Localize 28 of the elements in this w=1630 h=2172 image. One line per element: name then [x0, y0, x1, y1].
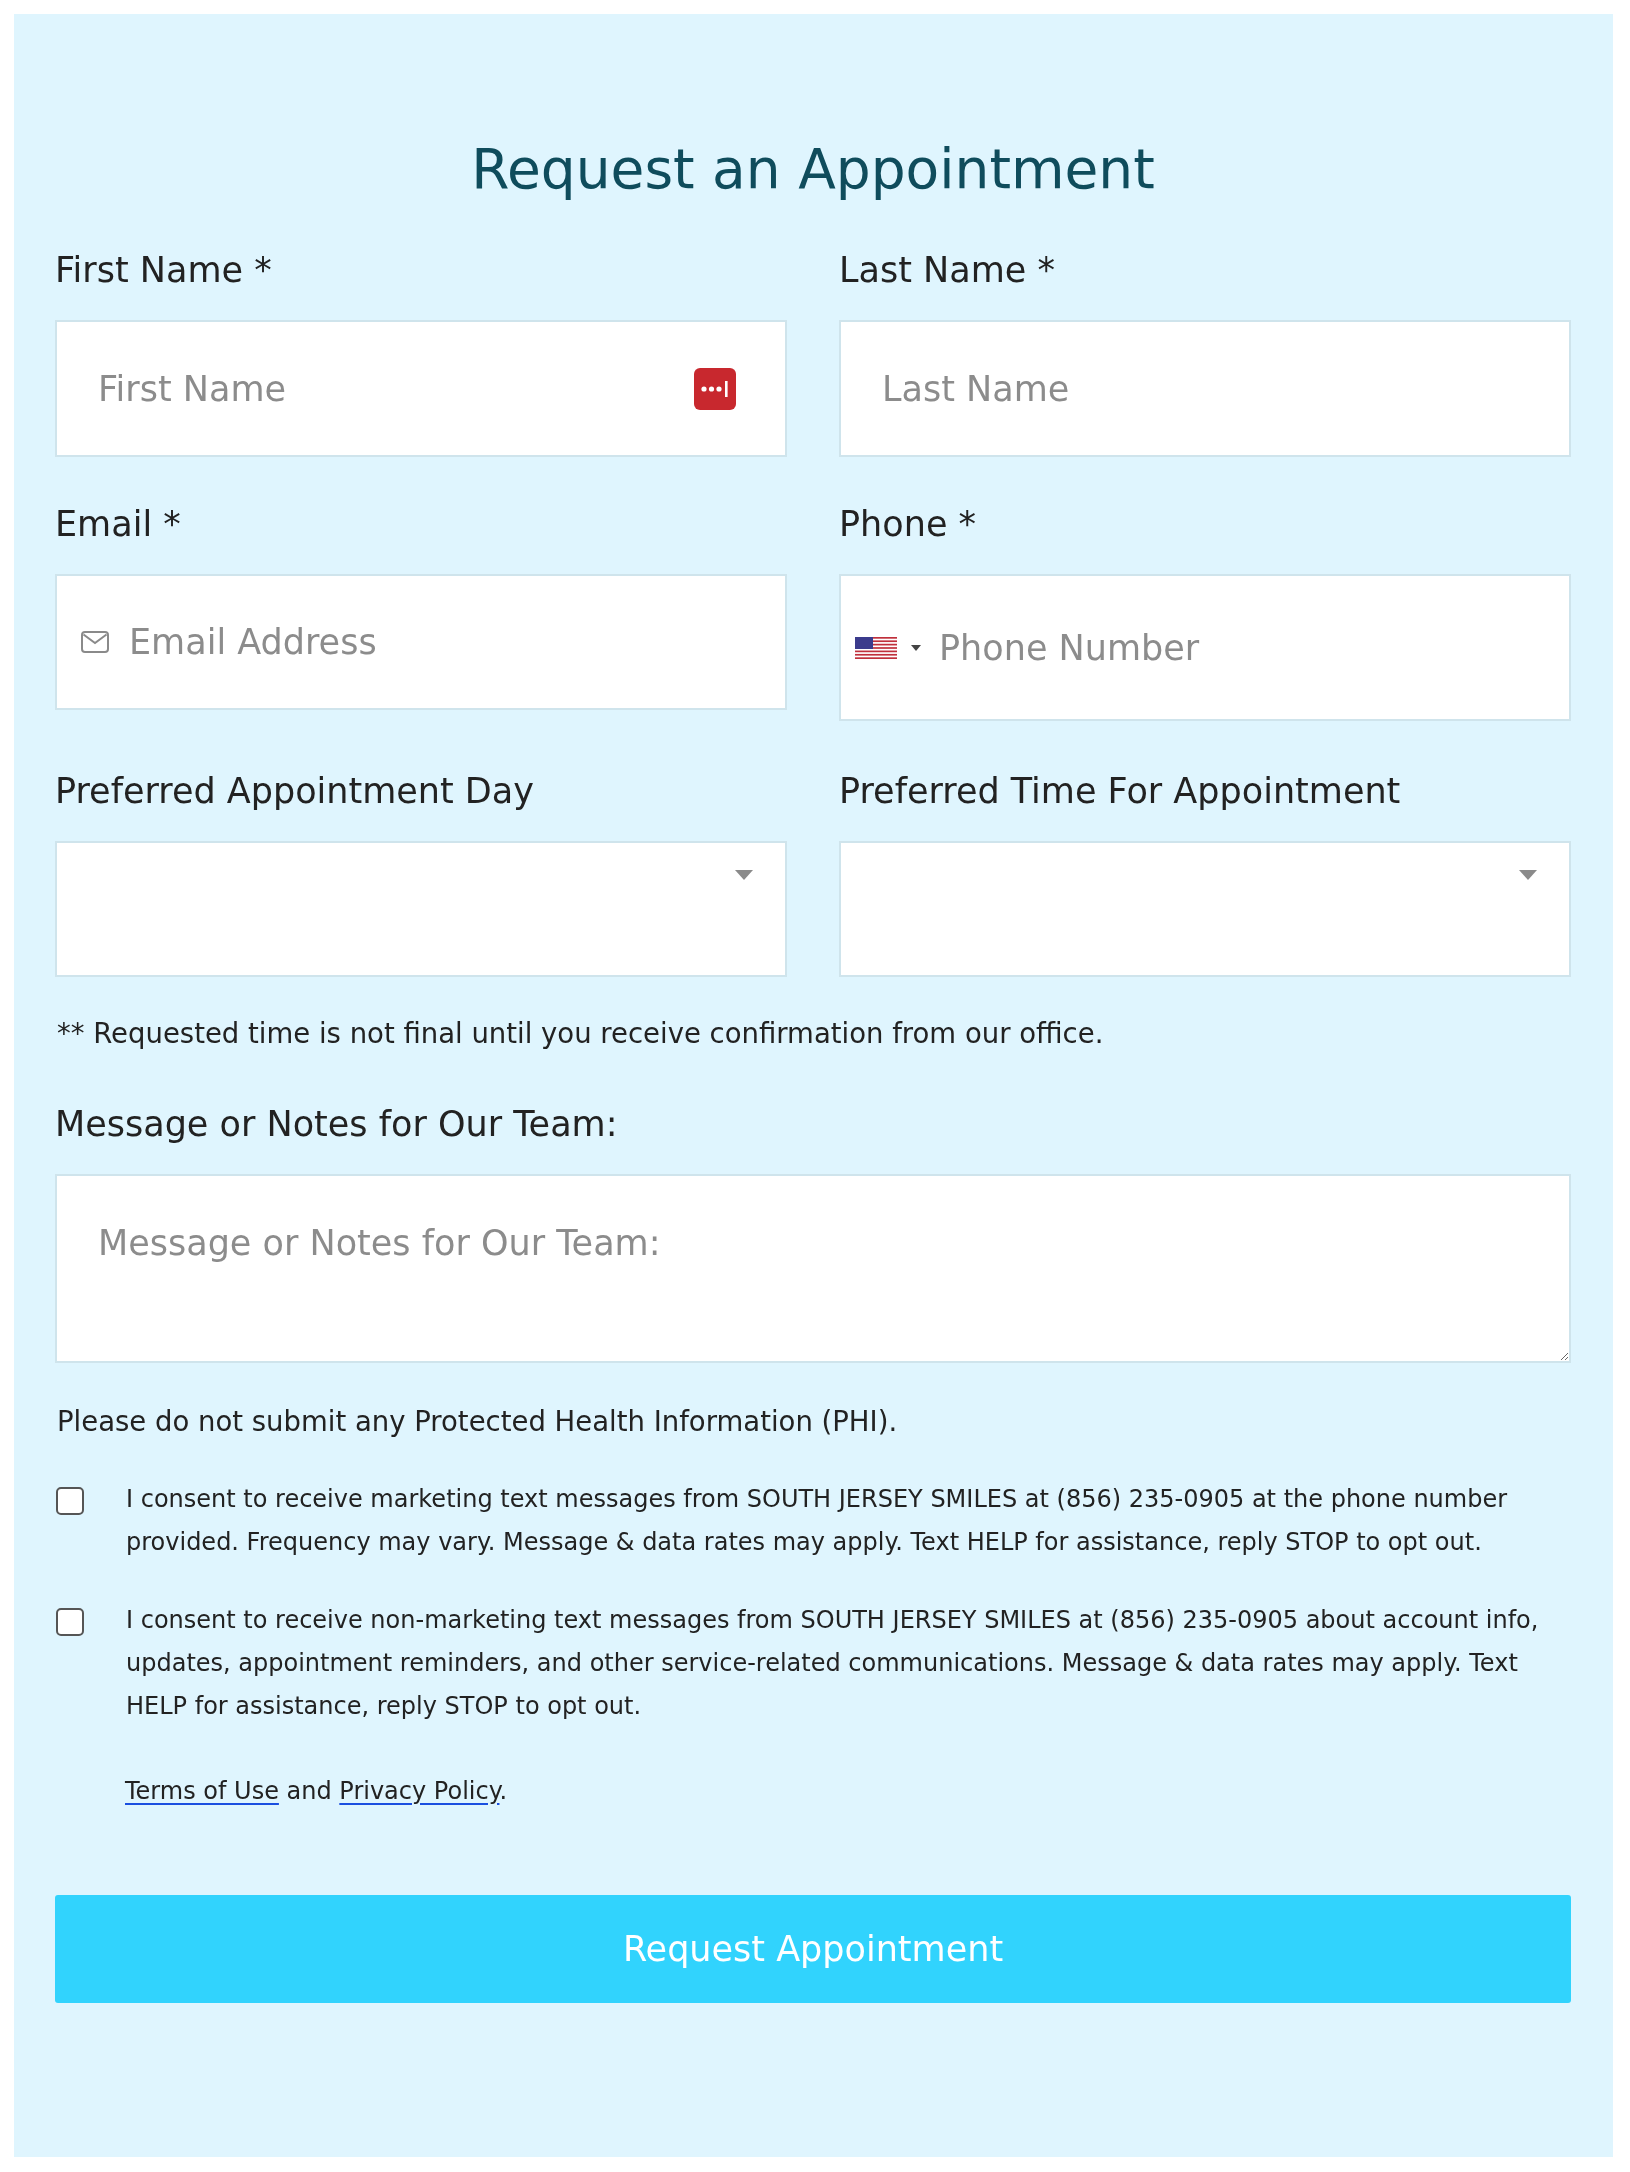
consent-text: I consent to receive marketing text messages from SOUTH JERSEY SMILES at (856) 235-0905 at the phone number provided. Frequency may vary. Message & data rates may apply. Text HELP for assistance, reply STOP to opt out. [126, 1484, 1509, 1558]
time-note: ** Requested time is not final until you receive confirmation from our office. [56, 1016, 1105, 1051]
caret-icon [1519, 870, 1537, 880]
us-flag-icon[interactable] [855, 636, 897, 659]
field-label: Message or Notes for Our Team: [55, 1103, 619, 1146]
form-title: Request an Appointment [470, 136, 1156, 203]
mail-icon [81, 631, 109, 653]
checkbox[interactable] [56, 1487, 84, 1515]
field-label: Email * [55, 503, 181, 546]
field-label: Preferred Time For Appointment [839, 770, 1401, 813]
text-field[interactable]: Last Name [839, 320, 1571, 457]
phone-field[interactable]: Phone Number [839, 574, 1571, 721]
consent-text: I consent to receive non-marketing text messages from SOUTH JERSEY SMILES at (856) 235-0905 about account info, updates, appointment reminders, and other service-related communications. Message & data rates may apply. Text HELP for assistance, reply STOP to opt out. [126, 1605, 1540, 1722]
link[interactable]: Privacy Policy [339, 1777, 500, 1805]
email-field[interactable]: Email Address [55, 574, 787, 710]
field-label: Phone * [839, 503, 977, 546]
text-field[interactable]: First Name [55, 320, 787, 457]
caret-icon [735, 870, 753, 880]
link[interactable]: Terms of Use [125, 1777, 279, 1805]
field-label: First Name * [55, 249, 272, 292]
message-field[interactable]: Message or Notes for Our Team: [55, 1174, 1571, 1363]
caret-icon[interactable] [911, 644, 921, 651]
checkbox[interactable] [56, 1608, 84, 1636]
field-label: Last Name * [839, 249, 1055, 292]
field-label: Preferred Appointment Day [55, 770, 534, 813]
legal-text: Terms of Use and Privacy Policy. [124, 1776, 509, 1807]
password-dots-icon[interactable] [694, 367, 736, 410]
phi-note: Please do not submit any Protected Health Information (PHI). [56, 1404, 899, 1439]
